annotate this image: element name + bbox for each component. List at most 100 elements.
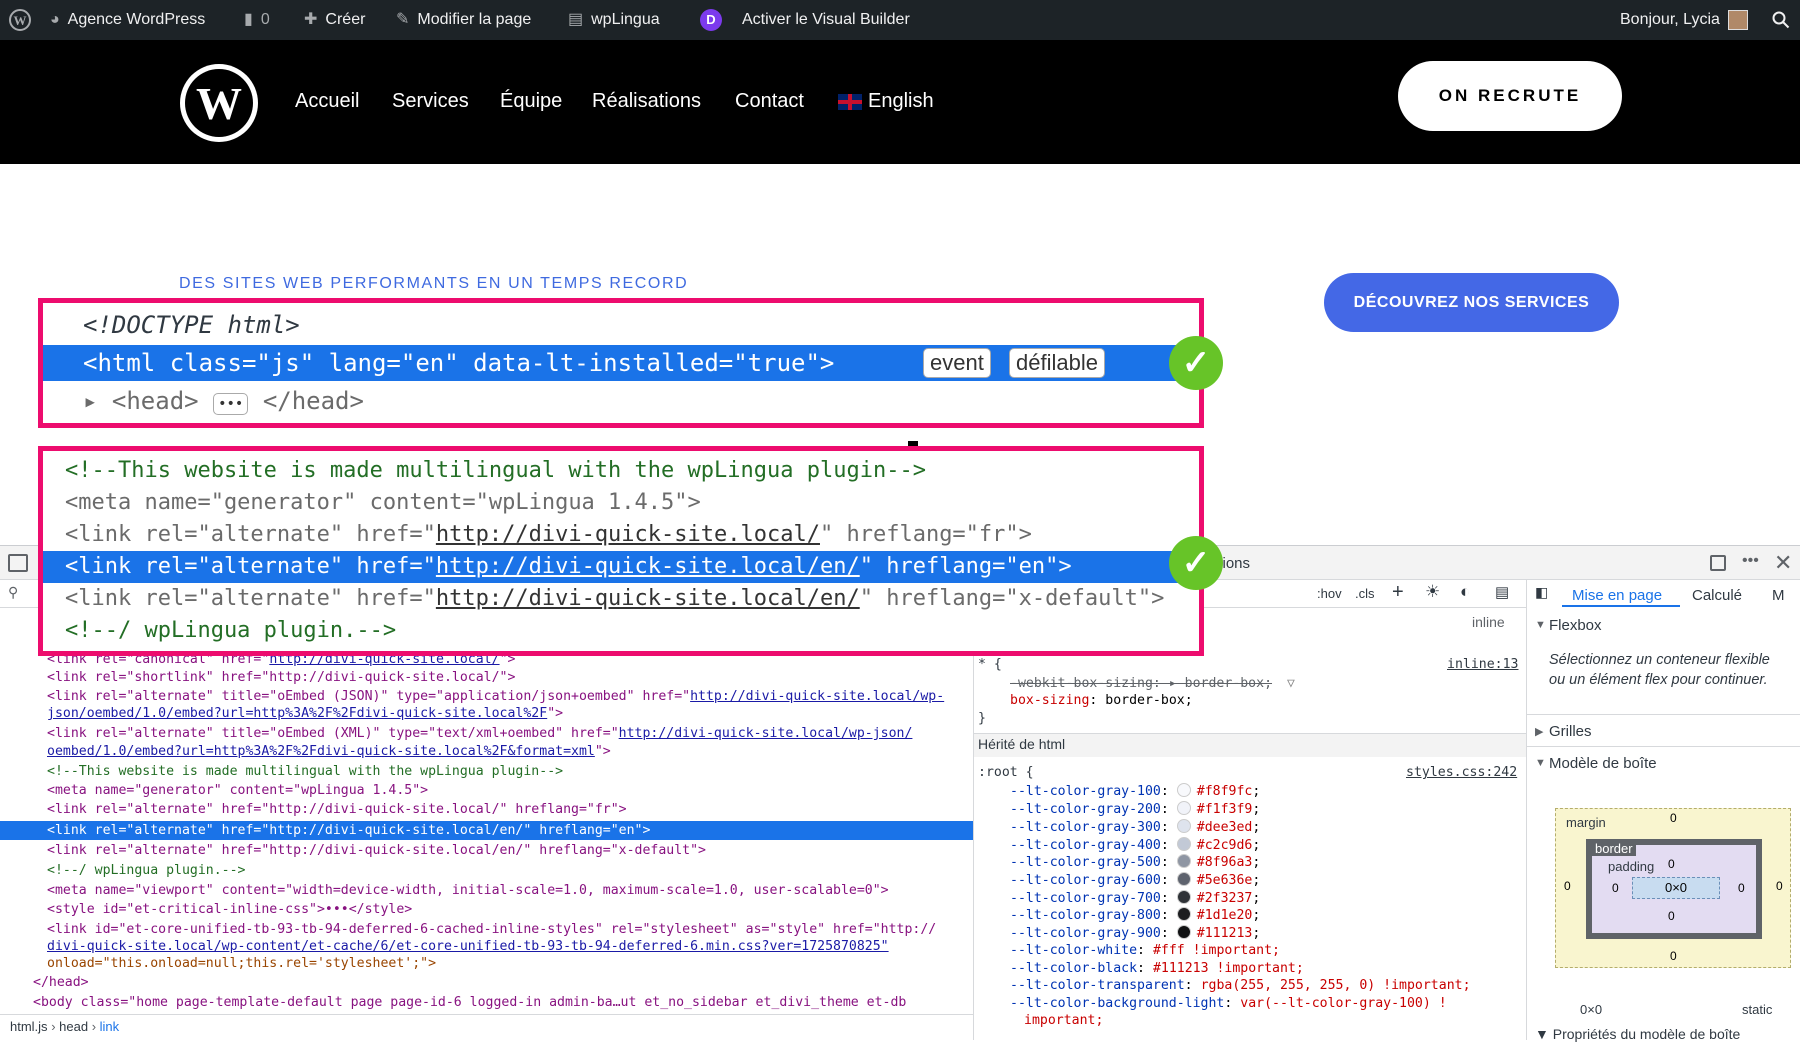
rule-decl-box-sizing[interactable]: box-sizing: border-box; (1010, 692, 1193, 709)
callout-link-xdefault: <link rel="alternate" href="http://divi-… (65, 586, 1165, 611)
close-icon[interactable]: ✕ (1774, 550, 1792, 576)
rule-decl-webkit[interactable]: -webkit-box-sizing: ▸ border-box; (1010, 675, 1272, 692)
more-options-icon[interactable]: ••• (1742, 552, 1759, 570)
edit-page-link[interactable]: ✎ Modifier la page (396, 0, 531, 40)
layout-pane-divider (1526, 580, 1527, 1040)
box-model-content[interactable]: 0×0 (1632, 877, 1720, 899)
dom-node-oembed-json[interactable]: <link rel="alternate" title="oEmbed (JSO… (47, 688, 944, 705)
css-var-gray-200[interactable]: --lt-color-gray-200: #f1f3f9; (1010, 801, 1260, 818)
flexbox-chevron-icon[interactable]: ▼ (1535, 619, 1546, 631)
dom-node-link-fr[interactable]: <link rel="alternate" href="http://divi-… (47, 801, 627, 818)
event-badge[interactable]: event (923, 348, 991, 378)
root-selector: :root { (978, 765, 1034, 780)
dock-icon[interactable] (1710, 555, 1726, 571)
dom-node-oembed-xml[interactable]: <link rel="alternate" title="oEmbed (XML… (47, 725, 912, 742)
recruit-button[interactable]: ON RECRUTE (1398, 61, 1622, 131)
nav-services[interactable]: Services (392, 90, 469, 113)
css-var-white[interactable]: --lt-color-white: #fff !important; (1010, 942, 1280, 959)
css-var-background-light[interactable]: --lt-color-background-light: var(--lt-co… (1010, 995, 1447, 1012)
css-var-important-wrap: important; (1024, 1013, 1104, 1028)
box-border-label: border (1592, 841, 1636, 856)
dom-node-link-deferred-cont: divi-quick-site.local/wp-content/et-cach… (47, 939, 889, 954)
search-icon[interactable] (1772, 0, 1790, 40)
css-var-gray-300[interactable]: --lt-color-gray-300: #dee3ed; (1010, 819, 1260, 836)
filter-search-icon[interactable]: ⚲ (8, 584, 18, 601)
new-label: Créer (325, 11, 366, 28)
site-logo[interactable]: W (180, 64, 258, 142)
dom-node-meta-viewport[interactable]: <meta name="viewport" content="width=dev… (47, 882, 889, 899)
css-var-gray-800[interactable]: --lt-color-gray-800: #1d1e20; (1010, 907, 1260, 924)
nav-language-switcher[interactable]: English (838, 90, 934, 113)
position-readout: static (1742, 1002, 1773, 1017)
nav-equipe[interactable]: Équipe (500, 90, 562, 113)
box-padding-bottom: 0 (1668, 909, 1675, 923)
wordpress-logo-icon[interactable]: W (8, 0, 32, 40)
scrollable-badge[interactable]: défilable (1009, 348, 1105, 378)
sidebar-toggle-icon[interactable]: ◧ (1535, 584, 1548, 601)
dom-node-comment-end[interactable]: <!--/ wpLingua plugin.--> (47, 862, 246, 879)
css-var-transparent[interactable]: --lt-color-transparent: rgba(255, 255, 2… (1010, 977, 1471, 994)
site-name-menu[interactable]: ◕ Agence WordPress (50, 0, 205, 40)
breadcrumb-link[interactable]: link (100, 1019, 120, 1034)
dom-node-body[interactable]: <body class="home page-template-default … (33, 994, 906, 1011)
discover-services-button[interactable]: DÉCOUVREZ NOS SERVICES (1324, 273, 1619, 332)
dom-node-shortlink[interactable]: <link rel="shortlink" href="http://divi-… (47, 669, 515, 686)
dom-node-link-xdefault[interactable]: <link rel="alternate" href="http://divi-… (47, 842, 706, 859)
rule-source-link[interactable]: inline:13 (1447, 656, 1518, 673)
callout-wplingua: <!--This website is made multilingual wi… (38, 446, 1204, 656)
tab-computed[interactable]: Calculé (1692, 587, 1742, 604)
wplingua-menu[interactable]: ▤ wpLingua (568, 0, 660, 40)
boxmodel-label[interactable]: Modèle de boîte (1549, 755, 1657, 772)
flexbox-label[interactable]: Flexbox (1549, 617, 1602, 634)
rule-selector: * { (978, 657, 1002, 672)
boxmodel-chevron-icon[interactable]: ▼ (1535, 757, 1546, 769)
dom-node-head-close[interactable]: </head> (33, 974, 89, 991)
dom-node-style-critical[interactable]: <style id="et-critical-inline-css">•••</… (47, 901, 412, 918)
dom-node-meta-generator[interactable]: <meta name="generator" content="wpLingua… (47, 782, 428, 799)
callout-comment-start: <!--This website is made multilingual wi… (65, 458, 926, 483)
sun-icon[interactable]: ☀ (1425, 582, 1440, 602)
cls-toggle[interactable]: .cls (1355, 586, 1375, 601)
box-props-label[interactable]: ▼ Propriétés du modèle de boîte (1535, 1026, 1740, 1042)
breadcrumb-html[interactable]: html.js (10, 1019, 48, 1034)
nav-realisations[interactable]: Réalisations (592, 90, 701, 113)
grids-chevron-icon[interactable]: ▶ (1535, 725, 1543, 738)
hero-tagline: DES SITES WEB PERFORMANTS EN UN TEMPS RE… (179, 275, 689, 292)
root-source-link[interactable]: styles.css:242 (1406, 764, 1517, 781)
tab-layout[interactable]: Mise en page (1572, 587, 1662, 604)
box-model-border[interactable]: border padding 0 0 0 0 0×0 (1586, 839, 1762, 939)
uk-flag-icon (838, 93, 862, 110)
css-var-gray-700[interactable]: --lt-color-gray-700: #2f3237; (1010, 890, 1260, 907)
css-var-gray-500[interactable]: --lt-color-gray-500: #8f96a3; (1010, 854, 1260, 871)
hov-toggle[interactable]: :hov (1317, 586, 1342, 601)
dom-node-link-deferred[interactable]: <link id="et-core-unified-tb-93-tb-94-de… (47, 921, 936, 938)
dom-node-comment-start[interactable]: <!--This website is made multilingual wi… (47, 763, 563, 780)
selected-dom-node-text: <link rel="alternate" href="http://divi-… (47, 823, 651, 838)
inline-style-label: inline (1472, 614, 1505, 630)
add-rule-icon[interactable]: + (1392, 581, 1404, 604)
nav-contact[interactable]: Contact (735, 90, 804, 113)
css-var-black[interactable]: --lt-color-black: #111213 !important; (1010, 960, 1304, 977)
selected-dom-node[interactable]: <link rel="alternate" href="http://divi-… (0, 821, 973, 840)
grids-label[interactable]: Grilles (1549, 723, 1592, 740)
css-var-gray-100[interactable]: --lt-color-gray-100: #f8f9fc; (1010, 783, 1260, 800)
breadcrumb: html.js › head › link (0, 1014, 973, 1037)
comments-menu[interactable]: ▮ 0 (244, 0, 270, 40)
filter-icon[interactable]: ▽ (1287, 676, 1295, 691)
callout-head-ellipsis[interactable]: ••• (213, 393, 249, 415)
visual-builder-link[interactable]: D Activer le Visual Builder (700, 0, 910, 40)
box-model-margin[interactable]: margin 0 0 0 0 border padding 0 0 0 0 0×… (1555, 808, 1791, 968)
tab-more[interactable]: M (1772, 587, 1785, 604)
breadcrumb-head[interactable]: head (59, 1019, 88, 1034)
avatar (1727, 10, 1748, 30)
css-var-gray-600[interactable]: --lt-color-gray-600: #5e636e; (1010, 872, 1260, 889)
account-menu[interactable]: Bonjour, Lycia (1620, 0, 1748, 40)
css-var-gray-400[interactable]: --lt-color-gray-400: #c2c9d6; (1010, 837, 1260, 854)
contrast-icon[interactable]: ◐ (1460, 582, 1470, 602)
callout-head-expand-icon[interactable]: ▸ (83, 387, 97, 415)
inspect-element-icon[interactable] (8, 554, 28, 572)
nav-accueil[interactable]: Accueil (295, 90, 359, 113)
computed-sidebar-icon[interactable]: ▤ (1495, 583, 1509, 601)
new-content-menu[interactable]: ✚ Créer (304, 0, 365, 40)
css-var-gray-900[interactable]: --lt-color-gray-900: #111213; (1010, 925, 1260, 942)
